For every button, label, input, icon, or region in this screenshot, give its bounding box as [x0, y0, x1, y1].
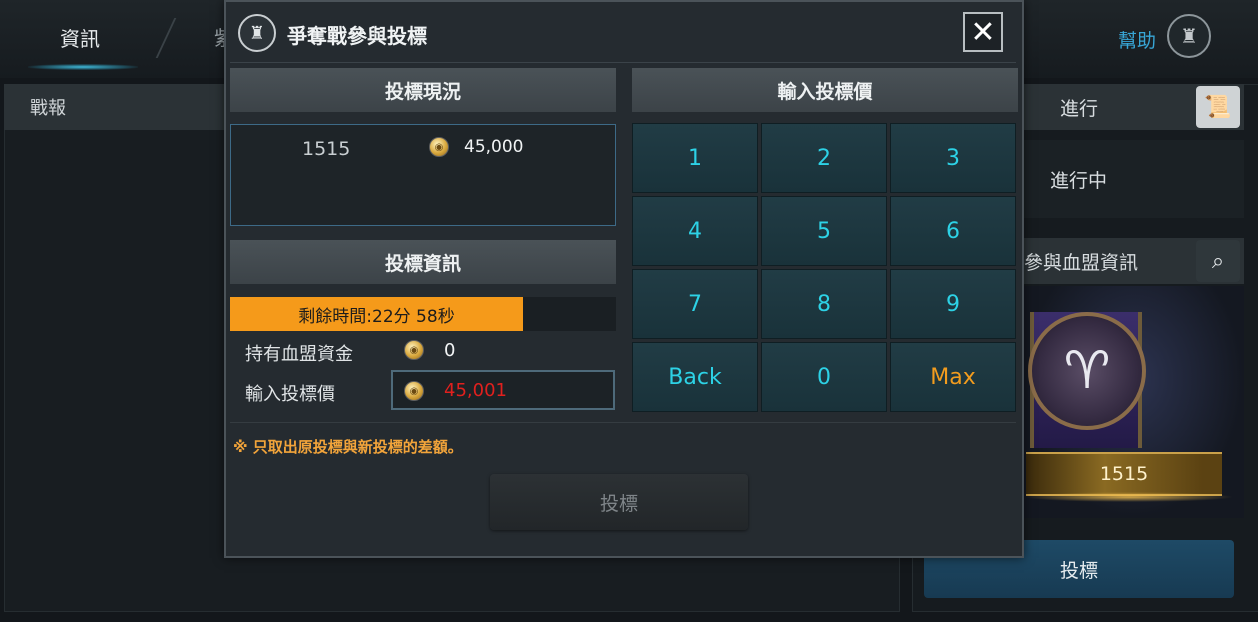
- funds-label: 持有血盟資金: [245, 344, 353, 365]
- castle-help-icon[interactable]: ♜: [1167, 14, 1211, 58]
- progress-status: 進行中: [1024, 140, 1244, 218]
- key-3[interactable]: 3: [890, 123, 1016, 193]
- section-divider: [230, 422, 1016, 423]
- timer-progress: 剩餘時間:22分 58秒: [230, 297, 523, 331]
- keypad: 1 2 3 4 5 6 7 8 9 Back 0 Max: [632, 123, 1016, 412]
- key-0[interactable]: 0: [761, 342, 887, 412]
- tab-info[interactable]: 資訊: [0, 0, 160, 74]
- bid-status-guild: 1515: [302, 138, 351, 160]
- key-1[interactable]: 1: [632, 123, 758, 193]
- bid-status-amount: 45,000: [464, 137, 524, 157]
- bid-status-list: [230, 124, 616, 226]
- key-4[interactable]: 4: [632, 196, 758, 266]
- key-8[interactable]: 8: [761, 269, 887, 339]
- scroll-icon[interactable]: 📜: [1196, 86, 1240, 128]
- submit-bid-button[interactable]: 投標: [490, 474, 748, 530]
- castle-icon: ♜: [238, 14, 276, 52]
- search-icon[interactable]: ⌕: [1196, 240, 1240, 282]
- bid-price-label: 輸入投標價: [245, 384, 335, 405]
- guild-name-plate: 1515: [1026, 452, 1222, 496]
- bid-info-header: 投標資訊: [230, 240, 616, 284]
- ram-emblem-icon: ♈: [1028, 312, 1146, 430]
- key-back[interactable]: Back: [632, 342, 758, 412]
- key-9[interactable]: 9: [890, 269, 1016, 339]
- key-max[interactable]: Max: [890, 342, 1016, 412]
- close-icon[interactable]: ✕: [963, 12, 1003, 52]
- dialog-title: 爭奪戰參與投標: [287, 24, 427, 48]
- key-2[interactable]: 2: [761, 123, 887, 193]
- key-6[interactable]: 6: [890, 196, 1016, 266]
- battle-report-header: 戰報: [4, 84, 224, 130]
- coin-icon: ◉: [429, 137, 449, 157]
- bid-price-value[interactable]: 45,001: [444, 380, 507, 401]
- tab-active-indicator: [28, 64, 138, 70]
- guild-plate-glow: [1024, 492, 1234, 502]
- key-7[interactable]: 7: [632, 269, 758, 339]
- bid-input-header: 輸入投標價: [632, 68, 1018, 112]
- bid-status-header: 投標現況: [230, 68, 616, 112]
- key-5[interactable]: 5: [761, 196, 887, 266]
- help-link[interactable]: 幫助: [1118, 26, 1156, 53]
- coin-icon: ◉: [404, 340, 424, 360]
- title-divider: [230, 62, 1016, 63]
- funds-value: 0: [444, 340, 456, 361]
- coin-icon: ◉: [404, 381, 424, 401]
- bid-note: ※ 只取出原投標與新投標的差額。: [233, 438, 463, 456]
